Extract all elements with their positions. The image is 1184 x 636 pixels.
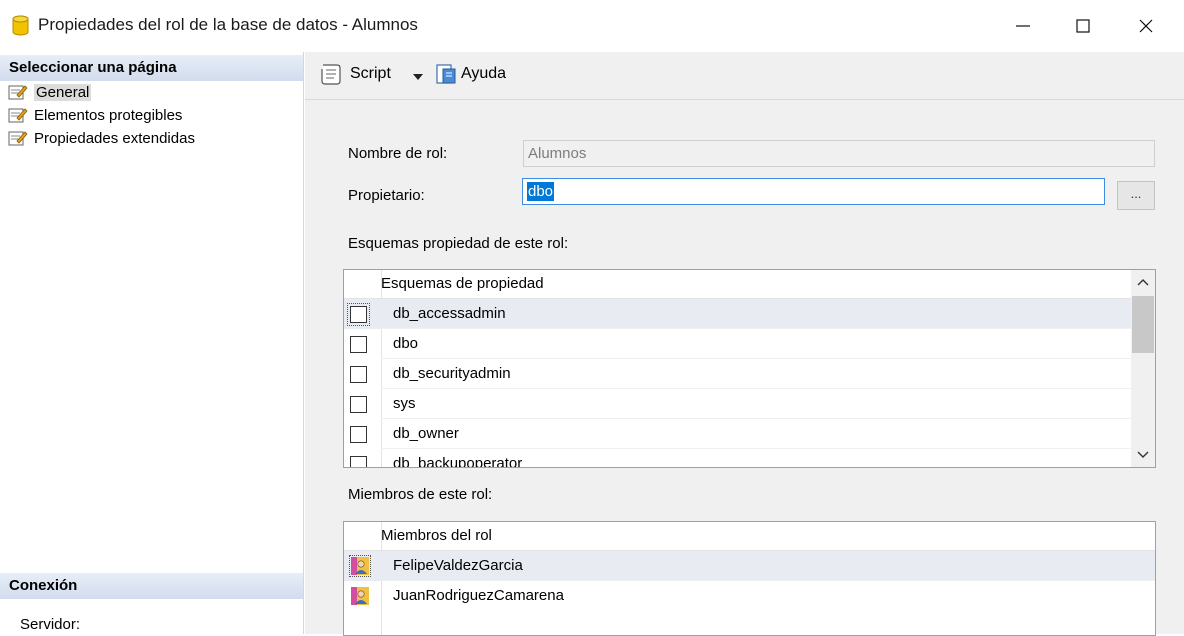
page-item-extended-properties[interactable]: Propiedades extendidas [8, 128, 195, 148]
schema-name: db_securityadmin [393, 365, 511, 382]
right-panel: Script Ayuda Nombre de rol: Alumnos Prop… [305, 52, 1184, 636]
page-wrench-icon [8, 85, 28, 100]
schema-name: sys [393, 395, 416, 412]
connection-header: Conexión [0, 573, 303, 599]
scroll-up-button[interactable] [1131, 270, 1155, 294]
help-label: Ayuda [461, 65, 507, 82]
member-row[interactable]: JuanRodriguezCamarena [344, 581, 1155, 611]
chevron-up-icon [1137, 279, 1149, 286]
scroll-down-button[interactable] [1131, 443, 1155, 467]
member-name: FelipeValdezGarcia [393, 557, 523, 574]
schema-row[interactable]: db_accessadmin [344, 299, 1155, 329]
user-icon [351, 587, 369, 605]
schema-row[interactable]: db_securityadmin [344, 359, 1155, 389]
maximize-icon [1076, 19, 1090, 33]
members-grid: Miembros del rol FelipeValdezGarcia Juan… [343, 521, 1156, 636]
page-wrench-icon [8, 131, 28, 146]
script-label: Script [350, 65, 391, 82]
schema-checkbox[interactable] [350, 456, 367, 467]
page-wrench-icon [8, 108, 28, 123]
close-button[interactable] [1116, 0, 1176, 52]
schema-row[interactable]: sys [344, 389, 1155, 419]
schemas-grid: Esquemas de propiedad db_accessadmin dbo… [343, 269, 1156, 468]
close-icon [1139, 19, 1153, 33]
schema-row[interactable]: db_backupoperator [344, 449, 1155, 468]
schema-name: db_accessadmin [393, 305, 506, 322]
chevron-down-icon [1137, 451, 1149, 458]
script-icon [321, 64, 341, 85]
page-item-label: Propiedades extendidas [34, 129, 195, 147]
member-row[interactable]: FelipeValdezGarcia [344, 551, 1155, 581]
server-label: Servidor: [20, 616, 81, 633]
schema-row[interactable]: dbo [344, 329, 1155, 359]
page-item-label: General [34, 83, 92, 101]
script-dropdown-arrow-icon[interactable] [413, 74, 423, 80]
schema-name: dbo [393, 335, 419, 352]
help-button[interactable]: Ayuda [435, 63, 506, 85]
select-page-header: Seleccionar una página [0, 55, 303, 81]
database-icon [12, 15, 29, 36]
schemas-scrollbar[interactable] [1131, 270, 1155, 467]
page-item-general[interactable]: General [8, 82, 92, 102]
members-grid-header: Miembros del rol [381, 527, 492, 544]
browse-owner-button[interactable]: ... [1117, 181, 1155, 210]
page-item-securables[interactable]: Elementos protegibles [8, 105, 182, 125]
maximize-button[interactable] [1053, 0, 1113, 52]
page-item-label: Elementos protegibles [34, 106, 183, 124]
schema-row[interactable]: db_owner [344, 419, 1155, 449]
script-button[interactable]: Script [319, 63, 391, 85]
left-panel: Seleccionar una página General Elementos… [0, 52, 304, 634]
owner-value: dbo [527, 182, 555, 201]
minimize-button[interactable] [993, 0, 1053, 52]
schemas-label: Esquemas propiedad de este rol: [348, 235, 569, 252]
schema-name: db_backupoperator [393, 455, 523, 468]
window-title: Propiedades del rol de la base de datos … [38, 15, 418, 34]
members-label: Miembros de este rol: [348, 486, 493, 503]
toolbar: Script Ayuda [305, 52, 1184, 100]
role-name-field: Alumnos [523, 140, 1155, 167]
schemas-grid-header: Esquemas de propiedad [381, 275, 544, 292]
member-name: JuanRodriguezCamarena [393, 587, 564, 604]
schema-checkbox[interactable] [347, 303, 370, 326]
scroll-thumb[interactable] [1132, 296, 1154, 353]
schema-checkbox[interactable] [350, 336, 367, 353]
user-icon [349, 555, 371, 577]
owner-label: Propietario: [348, 187, 425, 204]
title-bar: Propiedades del rol de la base de datos … [0, 0, 1184, 52]
help-icon [436, 64, 456, 84]
schema-checkbox[interactable] [350, 396, 367, 413]
role-name-label: Nombre de rol: [348, 145, 448, 162]
minimize-icon [1016, 25, 1030, 27]
owner-field[interactable]: dbo [522, 178, 1105, 205]
schema-name: db_owner [393, 425, 459, 442]
schema-checkbox[interactable] [350, 366, 367, 383]
schema-checkbox[interactable] [350, 426, 367, 443]
